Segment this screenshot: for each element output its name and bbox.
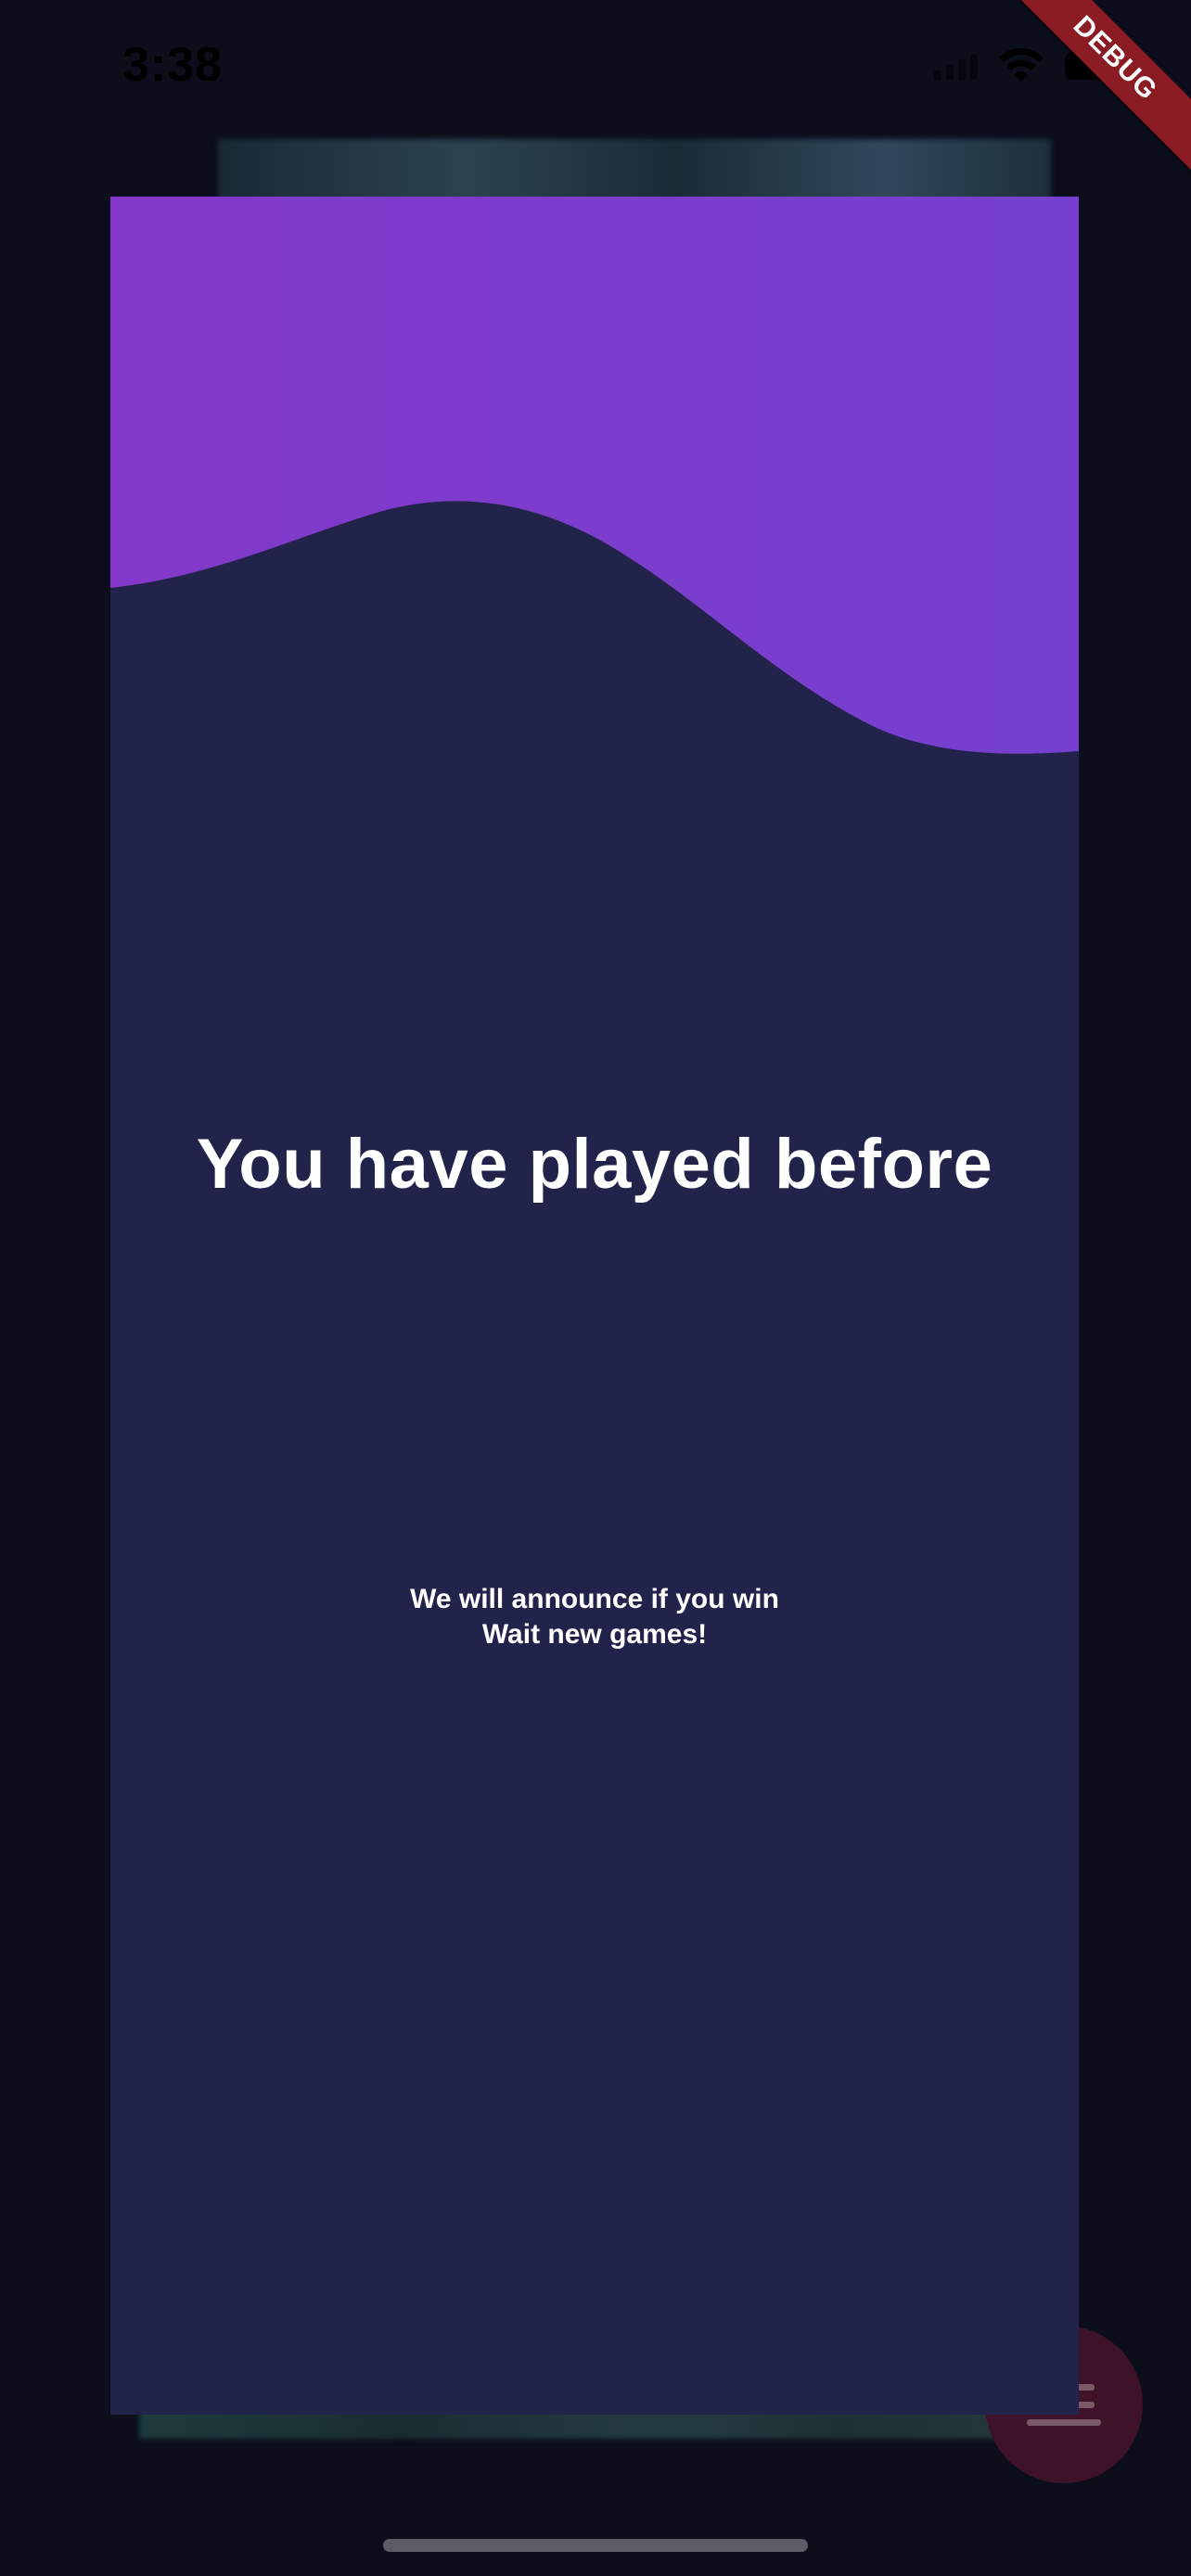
- result-dialog: You have played before We will announce …: [110, 197, 1079, 2415]
- app-screen: 3:38 DEBUG You have played before We wil…: [0, 0, 1191, 2576]
- status-time: 3:38: [122, 38, 224, 92]
- signal-icon: [934, 52, 978, 80]
- menu-icon-bar: [1027, 2418, 1101, 2426]
- home-indicator[interactable]: [383, 2539, 808, 2552]
- wifi-icon: [999, 48, 1044, 82]
- dialog-title: You have played before: [196, 1125, 993, 1204]
- message-line-announce: We will announce if you win: [410, 1584, 779, 1614]
- wave-header: [110, 197, 1079, 754]
- dialog-message: We will announce if you win Wait new gam…: [110, 1582, 1079, 1652]
- message-line-wait: Wait new games!: [481, 1619, 708, 1650]
